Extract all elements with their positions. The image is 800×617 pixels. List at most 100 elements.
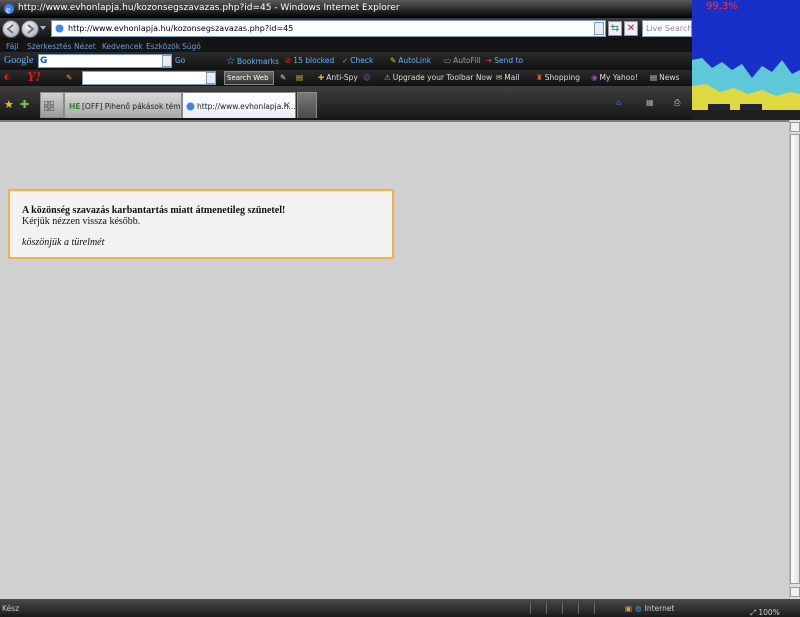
- news-button[interactable]: ▤ News: [650, 73, 679, 82]
- scroll-down-button[interactable]: [790, 587, 800, 597]
- tab-bar: ★ ✚ HE [OFF] Pihenő pákások témáj... htt…: [0, 86, 692, 120]
- pencil-icon[interactable]: ✎: [66, 73, 72, 82]
- tab-current[interactable]: http://www.evhonlapja.h... ×: [182, 92, 296, 118]
- security-zone[interactable]: ▣ ◍ Internet: [625, 604, 674, 613]
- upgrade-toolbar-button[interactable]: ⚠ Upgrade your Toolbar Now: [384, 73, 492, 82]
- anti-spy-label: Anti-Spy: [326, 73, 358, 82]
- bookmarks-label: Bookmarks: [236, 57, 279, 66]
- back-arrow-icon: [6, 24, 14, 34]
- live-search-input[interactable]: Live Search: [642, 20, 692, 37]
- cpu-graph: [692, 58, 800, 110]
- zone-label: Internet: [644, 604, 675, 613]
- mail-label: Mail: [504, 73, 520, 82]
- quick-tabs-button[interactable]: [40, 92, 64, 118]
- yahoo-logo: Y!: [27, 70, 41, 85]
- zoom-level[interactable]: ⤢ 100%: [750, 608, 780, 617]
- yahoo-search-dropdown[interactable]: [206, 72, 216, 84]
- tab-current-label: http://www.evhonlapja.h...: [197, 102, 296, 111]
- print-icon[interactable]: ⎙: [674, 98, 680, 108]
- notice-headline: A közönség szavazás karbantartás miatt á…: [22, 205, 286, 216]
- autofill-label: AutoFill: [453, 56, 481, 65]
- autolink-button[interactable]: ✎ AutoLink: [390, 56, 431, 65]
- menu-favorites[interactable]: Kedvencek: [102, 42, 143, 51]
- shopping-label: Shopping: [544, 73, 580, 82]
- globe-icon: ◍: [635, 604, 642, 613]
- google-go-button[interactable]: Go: [175, 56, 185, 65]
- mail-icon: ✉: [496, 73, 503, 82]
- back-button[interactable]: [2, 20, 20, 38]
- new-tab-button[interactable]: [297, 92, 317, 118]
- favorites-star-icon[interactable]: ★: [4, 98, 14, 111]
- live-search-placeholder: Live Search: [646, 24, 692, 33]
- stop-button[interactable]: ✕: [624, 21, 638, 36]
- vertical-scrollbar[interactable]: [789, 120, 800, 599]
- yahoo-search-input[interactable]: [82, 71, 216, 85]
- scroll-thumb[interactable]: [790, 134, 800, 584]
- scroll-up-button[interactable]: [790, 122, 800, 132]
- highlight-icon[interactable]: ✎: [280, 73, 286, 82]
- address-input[interactable]: http://www.evhonlapja.hu/kozonsegszavaza…: [51, 20, 606, 37]
- google-search-dropdown[interactable]: [162, 55, 172, 67]
- check-label: Check: [350, 56, 374, 65]
- menu-tools[interactable]: Eszközök: [146, 42, 180, 51]
- window-title-bar: e http://www.evhonlapja.hu/kozonsegszava…: [0, 0, 800, 18]
- send-to-label: Send to: [494, 56, 524, 65]
- folder-icon[interactable]: ▤: [296, 73, 303, 82]
- maintenance-notice: A közönség szavazás karbantartás miatt á…: [8, 189, 394, 259]
- popup-blocker-button[interactable]: ⊘ 15 blocked: [285, 56, 334, 65]
- stop-icon: ✕: [626, 23, 636, 34]
- quick-tabs-icon: [44, 101, 54, 111]
- my-yahoo-button[interactable]: ◉ My Yahoo!: [591, 73, 638, 82]
- tab-ie-icon: [186, 102, 195, 111]
- address-dropdown-button[interactable]: [594, 22, 604, 35]
- menu-help[interactable]: Súgó: [182, 42, 201, 51]
- add-favorite-icon[interactable]: ✚: [20, 98, 29, 111]
- protected-mode-icon: ▣: [625, 604, 633, 613]
- forward-button[interactable]: [21, 20, 39, 38]
- spellcheck-button[interactable]: ✓ Check: [342, 56, 373, 65]
- address-url: http://www.evhonlapja.hu/kozonsegszavaza…: [68, 24, 294, 33]
- feeds-icon[interactable]: ▦: [646, 98, 654, 107]
- ie-logo-icon: e: [4, 4, 14, 15]
- messenger-icon[interactable]: ☺: [363, 73, 371, 82]
- forward-arrow-icon: [27, 24, 35, 34]
- menu-edit[interactable]: Szerkesztés: [27, 42, 71, 51]
- autolink-icon: ✎: [390, 56, 397, 65]
- home-icon[interactable]: ⌂: [616, 98, 621, 107]
- check-icon: ✓: [342, 56, 349, 65]
- search-web-label: Search Web: [227, 74, 269, 82]
- tab-close-icon[interactable]: ×: [283, 100, 291, 111]
- autofill-button[interactable]: ▭ AutoFill: [444, 56, 481, 65]
- page-content: A közönség szavazás karbantartás miatt á…: [0, 120, 789, 599]
- menu-view[interactable]: Nézet: [74, 42, 96, 51]
- svg-text:e: e: [6, 5, 11, 15]
- blocked-label: 15 blocked: [293, 56, 335, 65]
- page-icon: [55, 24, 64, 33]
- refresh-button[interactable]: ⇆: [608, 21, 622, 36]
- notice-thanks: köszönjük a türelmét: [22, 237, 105, 248]
- shopping-button[interactable]: ♜ Shopping: [536, 73, 580, 82]
- mail-button[interactable]: ✉ Mail: [496, 73, 520, 82]
- news-icon: ▤: [650, 73, 658, 82]
- bookmarks-button[interactable]: ☆ Bookmarks: [226, 56, 279, 67]
- tab-forum-label: [OFF] Pihenő pákások témáj...: [82, 102, 181, 111]
- google-go-label: Go: [175, 56, 186, 65]
- yahoo-toolbar: ◐ Y! ✎ Search Web ✎ ▤ ✚ Anti-Spy ☺ ⚠ Upgra…: [0, 70, 692, 86]
- anti-spy-button[interactable]: ✚ Anti-Spy: [318, 73, 358, 82]
- upgrade-label: Upgrade your Toolbar Now: [392, 73, 493, 82]
- tab-forum[interactable]: HE [OFF] Pihenő pákások témáj...: [64, 92, 182, 118]
- history-dropdown-icon[interactable]: [40, 26, 46, 30]
- window-title: http://www.evhonlapja.hu/kozonsegszavaza…: [18, 3, 400, 13]
- shopping-icon: ♜: [536, 73, 543, 82]
- search-web-button[interactable]: Search Web: [224, 71, 274, 85]
- anti-spy-icon: ✚: [318, 73, 325, 82]
- menu-file[interactable]: Fájl: [6, 42, 18, 51]
- status-text: Kész: [2, 604, 20, 613]
- send-to-button[interactable]: ➜ Send to: [486, 56, 523, 65]
- status-bar: Kész ▣ ◍ Internet ⤢ 100%: [0, 599, 800, 617]
- autolink-label: AutoLink: [398, 56, 432, 65]
- google-logo: Google: [4, 55, 34, 66]
- google-search-input[interactable]: G: [38, 54, 172, 68]
- news-label: News: [659, 73, 680, 82]
- yahoo-menu-icon[interactable]: ◐: [4, 72, 11, 81]
